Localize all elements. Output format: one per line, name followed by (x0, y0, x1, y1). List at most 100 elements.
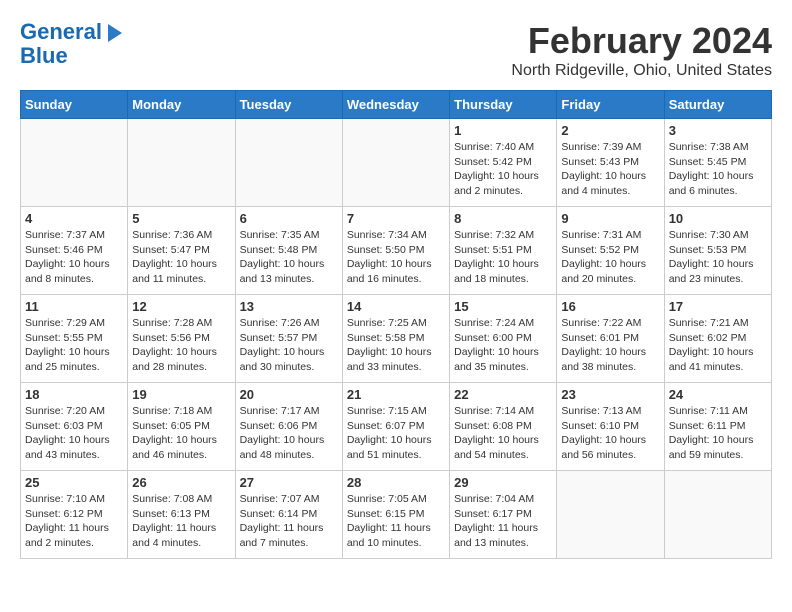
calendar-cell: 18 Sunrise: 7:20 AMSunset: 6:03 PMDayligh… (21, 383, 128, 471)
day-number: 19 (132, 387, 230, 402)
calendar-cell: 15 Sunrise: 7:24 AMSunset: 6:00 PMDayligh… (450, 295, 557, 383)
calendar-cell (235, 119, 342, 207)
day-number: 23 (561, 387, 659, 402)
calendar-week-5: 25 Sunrise: 7:10 AMSunset: 6:12 PMDayligh… (21, 471, 772, 559)
weekday-header-row: Sunday Monday Tuesday Wednesday Thursday… (21, 91, 772, 119)
logo: GeneralBlue (20, 20, 102, 68)
calendar-cell (128, 119, 235, 207)
day-number: 2 (561, 123, 659, 138)
title-block: February 2024 North Ridgeville, Ohio, Un… (511, 20, 772, 80)
day-number: 18 (25, 387, 123, 402)
calendar-subtitle: North Ridgeville, Ohio, United States (511, 62, 772, 80)
calendar-cell: 29 Sunrise: 7:04 AMSunset: 6:17 PMDayligh… (450, 471, 557, 559)
day-info: Sunrise: 7:20 AMSunset: 6:03 PMDaylight:… (25, 404, 123, 463)
page-header: GeneralBlue February 2024 North Ridgevil… (20, 20, 772, 80)
day-info: Sunrise: 7:07 AMSunset: 6:14 PMDaylight:… (240, 492, 338, 551)
calendar-cell: 23 Sunrise: 7:13 AMSunset: 6:10 PMDayligh… (557, 383, 664, 471)
calendar-cell: 5 Sunrise: 7:36 AMSunset: 5:47 PMDaylight… (128, 207, 235, 295)
calendar-week-4: 18 Sunrise: 7:20 AMSunset: 6:03 PMDayligh… (21, 383, 772, 471)
day-info: Sunrise: 7:08 AMSunset: 6:13 PMDaylight:… (132, 492, 230, 551)
day-number: 16 (561, 299, 659, 314)
day-info: Sunrise: 7:30 AMSunset: 5:53 PMDaylight:… (669, 228, 767, 287)
header-tuesday: Tuesday (235, 91, 342, 119)
day-info: Sunrise: 7:21 AMSunset: 6:02 PMDaylight:… (669, 316, 767, 375)
day-info: Sunrise: 7:35 AMSunset: 5:48 PMDaylight:… (240, 228, 338, 287)
day-number: 13 (240, 299, 338, 314)
calendar-cell: 6 Sunrise: 7:35 AMSunset: 5:48 PMDaylight… (235, 207, 342, 295)
day-info: Sunrise: 7:18 AMSunset: 6:05 PMDaylight:… (132, 404, 230, 463)
calendar-cell: 10 Sunrise: 7:30 AMSunset: 5:53 PMDayligh… (664, 207, 771, 295)
calendar-cell: 19 Sunrise: 7:18 AMSunset: 6:05 PMDayligh… (128, 383, 235, 471)
calendar-cell: 24Sunrise: 7:11 AMSunset: 6:11 PMDayligh… (664, 383, 771, 471)
day-number: 12 (132, 299, 230, 314)
calendar-cell (342, 119, 449, 207)
calendar-week-2: 4 Sunrise: 7:37 AMSunset: 5:46 PMDaylight… (21, 207, 772, 295)
day-info: Sunrise: 7:25 AMSunset: 5:58 PMDaylight:… (347, 316, 445, 375)
calendar-cell: 25 Sunrise: 7:10 AMSunset: 6:12 PMDayligh… (21, 471, 128, 559)
day-info: Sunrise: 7:26 AMSunset: 5:57 PMDaylight:… (240, 316, 338, 375)
day-info: Sunrise: 7:29 AMSunset: 5:55 PMDaylight:… (25, 316, 123, 375)
day-number: 9 (561, 211, 659, 226)
day-number: 26 (132, 475, 230, 490)
header-sunday: Sunday (21, 91, 128, 119)
day-info: Sunrise: 7:17 AMSunset: 6:06 PMDaylight:… (240, 404, 338, 463)
day-info: Sunrise: 7:04 AMSunset: 6:17 PMDaylight:… (454, 492, 552, 551)
day-number: 11 (25, 299, 123, 314)
day-info: Sunrise: 7:24 AMSunset: 6:00 PMDaylight:… (454, 316, 552, 375)
day-number: 1 (454, 123, 552, 138)
day-info: Sunrise: 7:34 AMSunset: 5:50 PMDaylight:… (347, 228, 445, 287)
day-number: 8 (454, 211, 552, 226)
day-number: 5 (132, 211, 230, 226)
day-number: 21 (347, 387, 445, 402)
calendar-week-1: 1 Sunrise: 7:40 AMSunset: 5:42 PMDaylight… (21, 119, 772, 207)
header-saturday: Saturday (664, 91, 771, 119)
calendar-cell (21, 119, 128, 207)
calendar-cell: 16 Sunrise: 7:22 AMSunset: 6:01 PMDayligh… (557, 295, 664, 383)
calendar-cell: 20 Sunrise: 7:17 AMSunset: 6:06 PMDayligh… (235, 383, 342, 471)
day-info: Sunrise: 7:14 AMSunset: 6:08 PMDaylight:… (454, 404, 552, 463)
calendar-cell: 13 Sunrise: 7:26 AMSunset: 5:57 PMDayligh… (235, 295, 342, 383)
calendar-cell: 21 Sunrise: 7:15 AMSunset: 6:07 PMDayligh… (342, 383, 449, 471)
day-number: 20 (240, 387, 338, 402)
day-number: 25 (25, 475, 123, 490)
day-info: Sunrise: 7:38 AMSunset: 5:45 PMDaylight:… (669, 140, 767, 199)
day-info: Sunrise: 7:36 AMSunset: 5:47 PMDaylight:… (132, 228, 230, 287)
day-info: Sunrise: 7:10 AMSunset: 6:12 PMDaylight:… (25, 492, 123, 551)
day-info: Sunrise: 7:05 AMSunset: 6:15 PMDaylight:… (347, 492, 445, 551)
calendar-cell: 3Sunrise: 7:38 AMSunset: 5:45 PMDaylight… (664, 119, 771, 207)
calendar-cell: 8 Sunrise: 7:32 AMSunset: 5:51 PMDaylight… (450, 207, 557, 295)
calendar-cell: 7Sunrise: 7:34 AMSunset: 5:50 PMDaylight… (342, 207, 449, 295)
header-wednesday: Wednesday (342, 91, 449, 119)
day-info: Sunrise: 7:37 AMSunset: 5:46 PMDaylight:… (25, 228, 123, 287)
header-thursday: Thursday (450, 91, 557, 119)
day-number: 14 (347, 299, 445, 314)
day-number: 15 (454, 299, 552, 314)
calendar-cell: 12Sunrise: 7:28 AMSunset: 5:56 PMDayligh… (128, 295, 235, 383)
day-info: Sunrise: 7:13 AMSunset: 6:10 PMDaylight:… (561, 404, 659, 463)
calendar-cell: 1 Sunrise: 7:40 AMSunset: 5:42 PMDaylight… (450, 119, 557, 207)
day-number: 22 (454, 387, 552, 402)
calendar-cell (557, 471, 664, 559)
day-number: 28 (347, 475, 445, 490)
day-number: 4 (25, 211, 123, 226)
calendar-cell: 4 Sunrise: 7:37 AMSunset: 5:46 PMDaylight… (21, 207, 128, 295)
day-number: 29 (454, 475, 552, 490)
calendar-cell: 26 Sunrise: 7:08 AMSunset: 6:13 PMDayligh… (128, 471, 235, 559)
calendar-title: February 2024 (511, 20, 772, 62)
day-number: 27 (240, 475, 338, 490)
day-number: 24 (669, 387, 767, 402)
header-monday: Monday (128, 91, 235, 119)
day-info: Sunrise: 7:22 AMSunset: 6:01 PMDaylight:… (561, 316, 659, 375)
day-info: Sunrise: 7:40 AMSunset: 5:42 PMDaylight:… (454, 140, 552, 199)
calendar-cell: 22 Sunrise: 7:14 AMSunset: 6:08 PMDayligh… (450, 383, 557, 471)
calendar-cell: 11 Sunrise: 7:29 AMSunset: 5:55 PMDayligh… (21, 295, 128, 383)
day-info: Sunrise: 7:32 AMSunset: 5:51 PMDaylight:… (454, 228, 552, 287)
day-number: 6 (240, 211, 338, 226)
day-number: 10 (669, 211, 767, 226)
header-friday: Friday (557, 91, 664, 119)
calendar-cell (664, 471, 771, 559)
calendar-cell: 2Sunrise: 7:39 AMSunset: 5:43 PMDaylight… (557, 119, 664, 207)
day-info: Sunrise: 7:15 AMSunset: 6:07 PMDaylight:… (347, 404, 445, 463)
logo-text: GeneralBlue (20, 19, 102, 68)
calendar-cell: 14 Sunrise: 7:25 AMSunset: 5:58 PMDayligh… (342, 295, 449, 383)
